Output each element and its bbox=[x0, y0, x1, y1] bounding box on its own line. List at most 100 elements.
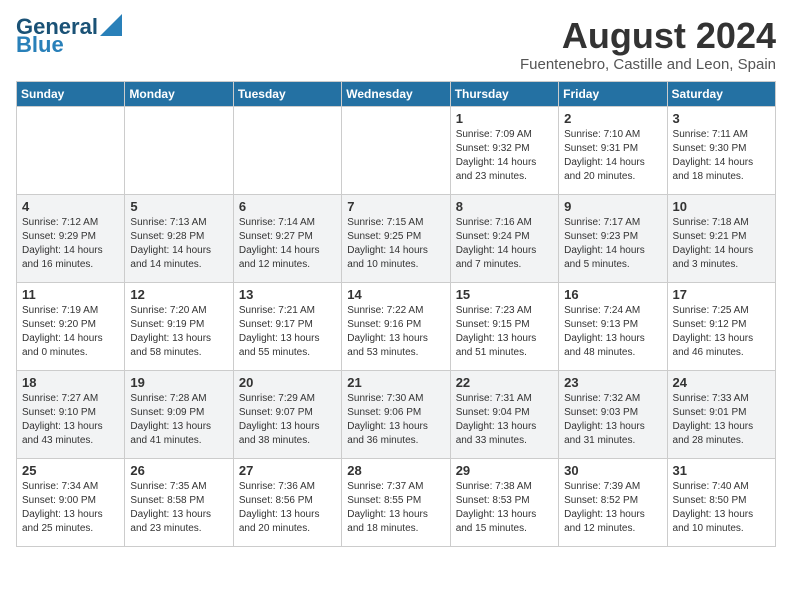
calendar-cell: 6 Sunrise: 7:14 AM Sunset: 9:27 PM Daylig… bbox=[233, 194, 341, 282]
calendar-table: SundayMondayTuesdayWednesdayThursdayFrid… bbox=[16, 81, 776, 547]
day-content: Sunrise: 7:23 AM Sunset: 9:15 PM Dayligh… bbox=[456, 304, 553, 360]
day-number: 6 bbox=[239, 199, 336, 214]
day-content: Sunrise: 7:22 AM Sunset: 9:16 PM Dayligh… bbox=[347, 304, 444, 360]
calendar-cell: 23 Sunrise: 7:32 AM Sunset: 9:03 PM Dayli… bbox=[559, 370, 667, 458]
day-number: 1 bbox=[456, 111, 553, 126]
day-number: 12 bbox=[130, 287, 227, 302]
calendar-cell: 13 Sunrise: 7:21 AM Sunset: 9:17 PM Dayli… bbox=[233, 282, 341, 370]
day-content: Sunrise: 7:29 AM Sunset: 9:07 PM Dayligh… bbox=[239, 392, 336, 448]
day-number: 28 bbox=[347, 463, 444, 478]
day-content: Sunrise: 7:27 AM Sunset: 9:10 PM Dayligh… bbox=[22, 392, 119, 448]
calendar-week-row: 4 Sunrise: 7:12 AM Sunset: 9:29 PM Daylig… bbox=[17, 194, 776, 282]
calendar-cell: 10 Sunrise: 7:18 AM Sunset: 9:21 PM Dayli… bbox=[667, 194, 775, 282]
calendar-cell: 27Sunrise: 7:36 AM Sunset: 8:56 PM Dayli… bbox=[233, 458, 341, 546]
calendar-cell: 18 Sunrise: 7:27 AM Sunset: 9:10 PM Dayli… bbox=[17, 370, 125, 458]
day-number: 2 bbox=[564, 111, 661, 126]
day-content: Sunrise: 7:31 AM Sunset: 9:04 PM Dayligh… bbox=[456, 392, 553, 448]
calendar-cell: 15 Sunrise: 7:23 AM Sunset: 9:15 PM Dayli… bbox=[450, 282, 558, 370]
day-number: 8 bbox=[456, 199, 553, 214]
calendar-cell: 4 Sunrise: 7:12 AM Sunset: 9:29 PM Daylig… bbox=[17, 194, 125, 282]
location-subtitle: Fuentenebro, Castille and Leon, Spain bbox=[520, 56, 776, 73]
calendar-cell bbox=[233, 106, 341, 194]
calendar-cell: 24Sunrise: 7:33 AM Sunset: 9:01 PM Dayli… bbox=[667, 370, 775, 458]
day-content: Sunrise: 7:10 AM Sunset: 9:31 PM Dayligh… bbox=[564, 128, 661, 184]
day-number: 23 bbox=[564, 375, 661, 390]
day-header-wednesday: Wednesday bbox=[342, 81, 450, 106]
calendar-cell: 17 Sunrise: 7:25 AM Sunset: 9:12 PM Dayli… bbox=[667, 282, 775, 370]
calendar-cell: 22 Sunrise: 7:31 AM Sunset: 9:04 PM Dayli… bbox=[450, 370, 558, 458]
day-content: Sunrise: 7:39 AM Sunset: 8:52 PM Dayligh… bbox=[564, 480, 661, 536]
day-header-friday: Friday bbox=[559, 81, 667, 106]
day-content: Sunrise: 7:16 AM Sunset: 9:24 PM Dayligh… bbox=[456, 216, 553, 272]
day-number: 22 bbox=[456, 375, 553, 390]
day-number: 19 bbox=[130, 375, 227, 390]
day-content: Sunrise: 7:17 AM Sunset: 9:23 PM Dayligh… bbox=[564, 216, 661, 272]
calendar-cell: 8 Sunrise: 7:16 AM Sunset: 9:24 PM Daylig… bbox=[450, 194, 558, 282]
day-content: Sunrise: 7:25 AM Sunset: 9:12 PM Dayligh… bbox=[673, 304, 770, 360]
day-content: Sunrise: 7:12 AM Sunset: 9:29 PM Dayligh… bbox=[22, 216, 119, 272]
day-number: 26 bbox=[130, 463, 227, 478]
day-number: 14 bbox=[347, 287, 444, 302]
day-content: Sunrise: 7:09 AM Sunset: 9:32 PM Dayligh… bbox=[456, 128, 553, 184]
day-number: 29 bbox=[456, 463, 553, 478]
calendar-week-row: 1 Sunrise: 7:09 AM Sunset: 9:32 PM Daylig… bbox=[17, 106, 776, 194]
day-number: 21 bbox=[347, 375, 444, 390]
day-content: Sunrise: 7:30 AM Sunset: 9:06 PM Dayligh… bbox=[347, 392, 444, 448]
calendar-cell: 31Sunrise: 7:40 AM Sunset: 8:50 PM Dayli… bbox=[667, 458, 775, 546]
day-content: Sunrise: 7:19 AM Sunset: 9:20 PM Dayligh… bbox=[22, 304, 119, 360]
calendar-cell: 2 Sunrise: 7:10 AM Sunset: 9:31 PM Daylig… bbox=[559, 106, 667, 194]
day-number: 7 bbox=[347, 199, 444, 214]
day-content: Sunrise: 7:32 AM Sunset: 9:03 PM Dayligh… bbox=[564, 392, 661, 448]
title-block: August 2024 Fuentenebro, Castille and Le… bbox=[520, 16, 776, 73]
day-content: Sunrise: 7:37 AM Sunset: 8:55 PM Dayligh… bbox=[347, 480, 444, 536]
day-number: 13 bbox=[239, 287, 336, 302]
calendar-cell: 20 Sunrise: 7:29 AM Sunset: 9:07 PM Dayli… bbox=[233, 370, 341, 458]
day-content: Sunrise: 7:38 AM Sunset: 8:53 PM Dayligh… bbox=[456, 480, 553, 536]
calendar-cell: 5 Sunrise: 7:13 AM Sunset: 9:28 PM Daylig… bbox=[125, 194, 233, 282]
day-content: Sunrise: 7:40 AM Sunset: 8:50 PM Dayligh… bbox=[673, 480, 770, 536]
day-number: 5 bbox=[130, 199, 227, 214]
page-header: General Blue August 2024 Fuentenebro, Ca… bbox=[16, 16, 776, 73]
day-number: 20 bbox=[239, 375, 336, 390]
calendar-header-row: SundayMondayTuesdayWednesdayThursdayFrid… bbox=[17, 81, 776, 106]
calendar-week-row: 25 Sunrise: 7:34 AM Sunset: 9:00 PM Dayli… bbox=[17, 458, 776, 546]
day-header-tuesday: Tuesday bbox=[233, 81, 341, 106]
day-content: Sunrise: 7:24 AM Sunset: 9:13 PM Dayligh… bbox=[564, 304, 661, 360]
day-number: 16 bbox=[564, 287, 661, 302]
day-number: 4 bbox=[22, 199, 119, 214]
calendar-cell: 12 Sunrise: 7:20 AM Sunset: 9:19 PM Dayli… bbox=[125, 282, 233, 370]
calendar-week-row: 18 Sunrise: 7:27 AM Sunset: 9:10 PM Dayli… bbox=[17, 370, 776, 458]
calendar-cell: 29 Sunrise: 7:38 AM Sunset: 8:53 PM Dayli… bbox=[450, 458, 558, 546]
day-content: Sunrise: 7:13 AM Sunset: 9:28 PM Dayligh… bbox=[130, 216, 227, 272]
calendar-cell: 25 Sunrise: 7:34 AM Sunset: 9:00 PM Dayli… bbox=[17, 458, 125, 546]
calendar-cell bbox=[125, 106, 233, 194]
day-number: 18 bbox=[22, 375, 119, 390]
day-header-monday: Monday bbox=[125, 81, 233, 106]
calendar-cell bbox=[342, 106, 450, 194]
day-number: 17 bbox=[673, 287, 770, 302]
day-number: 3 bbox=[673, 111, 770, 126]
day-content: Sunrise: 7:35 AM Sunset: 8:58 PM Dayligh… bbox=[130, 480, 227, 536]
calendar-cell: 26 Sunrise: 7:35 AM Sunset: 8:58 PM Dayli… bbox=[125, 458, 233, 546]
day-content: Sunrise: 7:20 AM Sunset: 9:19 PM Dayligh… bbox=[130, 304, 227, 360]
calendar-cell: 7Sunrise: 7:15 AM Sunset: 9:25 PM Daylig… bbox=[342, 194, 450, 282]
calendar-cell: 19Sunrise: 7:28 AM Sunset: 9:09 PM Dayli… bbox=[125, 370, 233, 458]
logo-blue: Blue bbox=[16, 34, 64, 56]
calendar-cell: 14 Sunrise: 7:22 AM Sunset: 9:16 PM Dayli… bbox=[342, 282, 450, 370]
day-content: Sunrise: 7:21 AM Sunset: 9:17 PM Dayligh… bbox=[239, 304, 336, 360]
day-number: 25 bbox=[22, 463, 119, 478]
day-content: Sunrise: 7:34 AM Sunset: 9:00 PM Dayligh… bbox=[22, 480, 119, 536]
calendar-cell: 3Sunrise: 7:11 AM Sunset: 9:30 PM Daylig… bbox=[667, 106, 775, 194]
day-content: Sunrise: 7:18 AM Sunset: 9:21 PM Dayligh… bbox=[673, 216, 770, 272]
day-number: 9 bbox=[564, 199, 661, 214]
calendar-cell: 16 Sunrise: 7:24 AM Sunset: 9:13 PM Dayli… bbox=[559, 282, 667, 370]
day-number: 15 bbox=[456, 287, 553, 302]
day-content: Sunrise: 7:14 AM Sunset: 9:27 PM Dayligh… bbox=[239, 216, 336, 272]
logo: General Blue bbox=[16, 16, 122, 56]
day-number: 10 bbox=[673, 199, 770, 214]
calendar-cell bbox=[17, 106, 125, 194]
calendar-cell: 21 Sunrise: 7:30 AM Sunset: 9:06 PM Dayli… bbox=[342, 370, 450, 458]
day-number: 27 bbox=[239, 463, 336, 478]
calendar-week-row: 11Sunrise: 7:19 AM Sunset: 9:20 PM Dayli… bbox=[17, 282, 776, 370]
day-header-sunday: Sunday bbox=[17, 81, 125, 106]
